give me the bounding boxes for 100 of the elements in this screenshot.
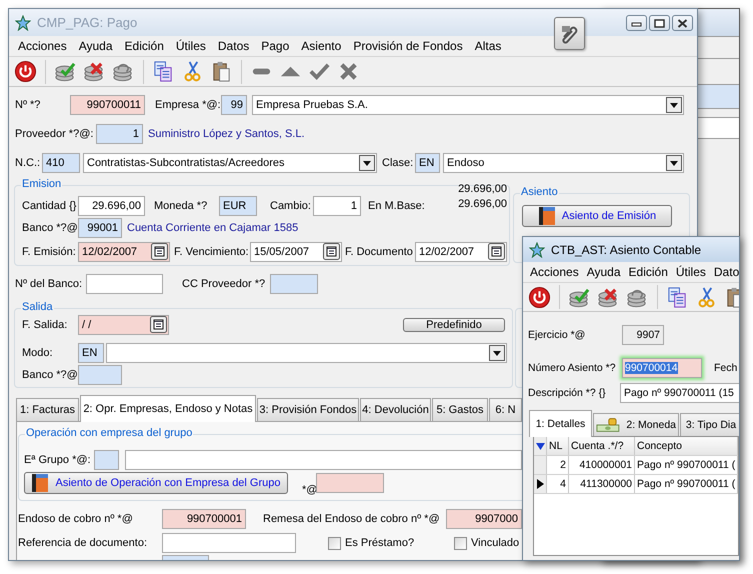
menu-item[interactable]: Útiles bbox=[170, 39, 212, 53]
table-cell: 4 bbox=[547, 475, 569, 493]
date-field[interactable]: 12/02/2007 bbox=[78, 242, 170, 262]
field-label: Moneda *? bbox=[154, 200, 208, 212]
input-field[interactable] bbox=[78, 365, 122, 385]
date-field[interactable]: / / bbox=[78, 314, 169, 334]
row-indicator[interactable] bbox=[534, 475, 547, 493]
book-icon bbox=[538, 206, 556, 226]
menu-item[interactable]: Pago bbox=[255, 39, 296, 53]
maximize-button[interactable] bbox=[649, 15, 670, 31]
input-field[interactable]: EUR bbox=[219, 196, 257, 216]
checkbox[interactable] bbox=[454, 536, 467, 550]
tab[interactable]: 2: Moneda bbox=[593, 413, 679, 436]
star-icon bbox=[15, 14, 31, 30]
field-label: F. Vencimiento: bbox=[174, 246, 248, 258]
link-text[interactable]: Cuenta Corriente en Cajamar 1585 bbox=[127, 222, 377, 234]
push-button[interactable]: Asiento de Emisión bbox=[522, 205, 672, 227]
menu-item[interactable]: Edición bbox=[624, 265, 672, 279]
table-cell: 411300000 bbox=[569, 475, 635, 493]
link-text[interactable]: Suministro López y Santos, S.L. bbox=[148, 128, 398, 140]
sort-arrow-icon[interactable] bbox=[536, 442, 544, 450]
input-field[interactable]: 29.696,00 bbox=[78, 196, 145, 216]
input-field[interactable] bbox=[316, 473, 384, 493]
input-field[interactable]: 990700014 bbox=[622, 358, 702, 378]
menu-item[interactable]: Asiento bbox=[295, 39, 348, 53]
tab[interactable]: 2: Opr. Empresas, Endoso y Notas bbox=[80, 395, 256, 422]
input-field[interactable]: Pago nº 990700011 (15 bbox=[620, 383, 739, 403]
menu-item[interactable]: Altas bbox=[468, 39, 508, 53]
field-label: F. Emisión: bbox=[22, 246, 77, 258]
input-field[interactable]: 990700001 bbox=[162, 508, 246, 528]
input-field[interactable]: 990700011 bbox=[70, 94, 145, 114]
calendar-icon[interactable] bbox=[150, 316, 167, 333]
field-label: Cambio: bbox=[270, 200, 312, 212]
tab[interactable]: 1: Facturas bbox=[16, 398, 79, 421]
calendar-icon[interactable] bbox=[323, 243, 340, 260]
menu-item[interactable]: Acciones bbox=[12, 39, 73, 53]
input-field[interactable]: 9907000 bbox=[446, 508, 522, 528]
menu-item[interactable]: Acciones bbox=[526, 265, 583, 279]
input-field[interactable]: 99001 bbox=[78, 218, 122, 238]
field-label: Referencia de documento: bbox=[18, 537, 148, 549]
input-field[interactable] bbox=[270, 274, 318, 294]
field-label: N.C.: bbox=[15, 156, 41, 168]
group-title: Emision bbox=[21, 178, 62, 190]
input-field[interactable] bbox=[86, 274, 163, 294]
dropdown-field[interactable]: Empresa Pruebas S.A. bbox=[252, 94, 684, 114]
column-header[interactable]: Cuenta .*/? bbox=[569, 437, 635, 455]
column-header[interactable]: Concepto bbox=[635, 437, 738, 455]
floating-tool-button[interactable] bbox=[554, 17, 585, 50]
input-field[interactable]: 410 bbox=[42, 152, 80, 172]
group-title: Operación con empresa del grupo bbox=[25, 427, 194, 439]
stack-check-icon[interactable] bbox=[54, 60, 77, 83]
input-field[interactable]: 99 bbox=[221, 94, 247, 114]
group-title: Salida bbox=[21, 301, 54, 313]
star-icon bbox=[529, 242, 545, 258]
menu-item[interactable]: Datos bbox=[212, 39, 256, 53]
field-label: Nº *? bbox=[15, 98, 42, 110]
field-label: Cantidad {} bbox=[22, 200, 78, 212]
table-cell: Pago nº 990700011 ( bbox=[635, 456, 738, 474]
tab[interactable]: 5: Gastos bbox=[432, 398, 488, 421]
menu-item[interactable]: Edición bbox=[118, 39, 170, 53]
calendar-icon[interactable] bbox=[151, 243, 168, 260]
field-label: Empresa *@: bbox=[155, 98, 220, 110]
input-field[interactable] bbox=[125, 450, 522, 470]
close-button[interactable] bbox=[672, 15, 693, 31]
tab[interactable]: 3: Tipo Dia bbox=[680, 413, 739, 436]
field-label: CC Proveedor *? bbox=[182, 278, 266, 290]
input-field[interactable] bbox=[162, 533, 296, 553]
push-button[interactable]: Asiento de Operación con Empresa del Grupo bbox=[24, 472, 288, 494]
push-button[interactable]: Predefinido bbox=[403, 318, 505, 332]
menu-item[interactable]: Ayuda bbox=[582, 265, 625, 279]
tab[interactable]: 6: N bbox=[489, 398, 522, 421]
dropdown-field[interactable]: Endoso bbox=[443, 152, 684, 172]
checkbox-label: Es Préstamo? bbox=[345, 537, 414, 549]
date-field[interactable]: 15/05/2007 bbox=[250, 242, 342, 262]
power-icon[interactable] bbox=[528, 286, 551, 308]
tab[interactable]: 4: Devolución bbox=[360, 398, 431, 421]
menu-item[interactable]: Útiles bbox=[672, 265, 710, 279]
menu-item[interactable]: Provisión de Fondos bbox=[347, 39, 469, 53]
dropdown-field[interactable] bbox=[106, 342, 507, 362]
input-field[interactable]: 1 bbox=[96, 124, 143, 144]
tab[interactable]: 3: Provisión Fondos bbox=[257, 398, 359, 421]
menu-item[interactable]: Dato bbox=[710, 265, 739, 279]
field-label: Modo: bbox=[22, 346, 54, 358]
input-field[interactable]: EN bbox=[78, 342, 104, 362]
power-icon[interactable] bbox=[14, 60, 37, 83]
dropdown-field[interactable]: Contratistas-Subcontratistas/Acreedores bbox=[83, 152, 377, 172]
input-field[interactable]: EN bbox=[415, 152, 440, 172]
input-field[interactable] bbox=[94, 450, 119, 470]
calendar-icon[interactable] bbox=[488, 243, 505, 260]
minimize-button[interactable] bbox=[626, 15, 647, 31]
input-field[interactable]: 9907 bbox=[622, 325, 664, 345]
tab[interactable]: 1: Detalles bbox=[529, 410, 592, 437]
menu-item[interactable]: Ayuda bbox=[72, 39, 119, 53]
field-label: Clase: bbox=[382, 156, 414, 168]
field-label: F. Salida: bbox=[22, 318, 68, 330]
date-field[interactable]: 12/02/2007 bbox=[415, 242, 507, 262]
column-header[interactable]: NL bbox=[547, 437, 569, 455]
checkbox[interactable] bbox=[328, 536, 341, 550]
input-field[interactable]: 1 bbox=[313, 196, 361, 216]
field-label: Endoso de cobro nº *@ bbox=[18, 512, 134, 524]
